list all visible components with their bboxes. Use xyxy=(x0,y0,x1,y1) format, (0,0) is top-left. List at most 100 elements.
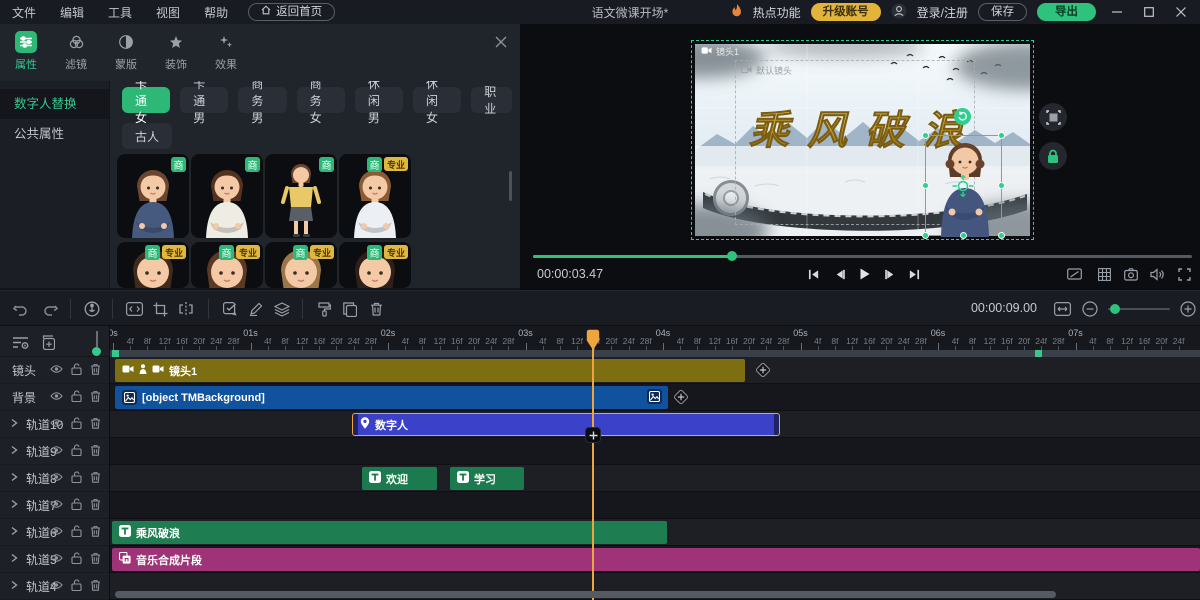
track-lane-轨道5[interactable]: 音乐合成片段 xyxy=(110,546,1200,573)
category-chip-商务女[interactable]: 商务女 xyxy=(297,87,345,113)
add-keyframe-button[interactable] xyxy=(672,388,690,406)
anchor-crosshair[interactable] xyxy=(952,175,974,200)
add-keyframe-button[interactable] xyxy=(754,361,772,379)
content-end-marker[interactable] xyxy=(1035,350,1042,357)
track-header-轨道10[interactable]: 轨道10 xyxy=(0,411,109,438)
track-lock-icon[interactable] xyxy=(71,363,82,378)
skip-to-start-button[interactable] xyxy=(804,266,822,282)
track-delete-icon[interactable] xyxy=(90,552,101,567)
previous-frame-button[interactable] xyxy=(830,266,848,282)
close-window-button[interactable] xyxy=(1170,4,1192,20)
avatar-card[interactable]: 商专业 xyxy=(339,242,411,288)
login-register-link[interactable]: 登录/注册 xyxy=(917,4,968,21)
track-visibility-icon[interactable] xyxy=(50,363,63,377)
track-header-轨道6[interactable]: 轨道6 xyxy=(0,519,109,546)
menu-item-2[interactable]: 工具 xyxy=(96,4,144,21)
clip-[object TMBackground][interactable]: [object TMBackground] xyxy=(115,386,668,409)
track-visibility-icon[interactable] xyxy=(50,417,63,431)
category-chip-休闲男[interactable]: 休闲男 xyxy=(355,87,403,113)
progress-handle[interactable] xyxy=(727,251,737,261)
lock-button[interactable] xyxy=(1039,142,1067,170)
track-delete-icon[interactable] xyxy=(90,363,101,378)
track-lane-轨道7[interactable] xyxy=(110,492,1200,519)
track-lane-轨道9[interactable] xyxy=(110,438,1200,465)
playhead-handle[interactable] xyxy=(586,329,600,354)
avatar-card[interactable]: 商专业 xyxy=(265,242,337,288)
fullscreen-icon[interactable] xyxy=(1175,266,1193,282)
clip-镜头1[interactable]: 镜头1 xyxy=(115,359,745,382)
next-frame-button[interactable] xyxy=(881,266,899,282)
tab-属性[interactable]: 属性 xyxy=(6,29,46,72)
tab-装饰[interactable]: 装饰 xyxy=(156,29,196,72)
timeline-ruler[interactable]: 0s4f8f12f16f20f24f28f01s4f8f12f16f20f24f… xyxy=(110,326,1200,350)
expand-chevron-icon[interactable] xyxy=(10,498,22,512)
zoom-slider-handle[interactable] xyxy=(1110,304,1120,314)
track-lane-轨道8[interactable]: 欢迎学习 xyxy=(110,465,1200,492)
delete-icon[interactable] xyxy=(366,300,386,318)
track-lock-icon[interactable] xyxy=(71,471,82,486)
track-lock-icon[interactable] xyxy=(71,390,82,405)
add-track-icon[interactable] xyxy=(40,335,55,353)
avatar-card[interactable]: 商 xyxy=(265,154,337,238)
resize-handle-se[interactable] xyxy=(998,232,1005,239)
content-start-marker[interactable] xyxy=(112,350,119,357)
clip-学习[interactable]: 学习 xyxy=(450,467,524,490)
track-delete-icon[interactable] xyxy=(90,390,101,405)
playhead-line[interactable] xyxy=(592,348,594,600)
copy-icon[interactable] xyxy=(340,300,360,318)
expand-chevron-icon[interactable] xyxy=(10,471,22,485)
resize-handle-w[interactable] xyxy=(922,182,929,189)
format-brush-icon[interactable] xyxy=(314,300,334,318)
track-delete-icon[interactable] xyxy=(90,471,101,486)
expand-chevron-icon[interactable] xyxy=(10,579,22,593)
layers-icon[interactable] xyxy=(272,300,292,318)
track-visibility-icon[interactable] xyxy=(50,579,63,593)
category-chip-古人[interactable]: 古人 xyxy=(122,123,172,149)
pen-edit-icon[interactable] xyxy=(246,300,266,318)
track-lane-轨道10[interactable]: 数字人 xyxy=(110,411,1200,438)
category-chip-休闲女[interactable]: 休闲女 xyxy=(413,87,461,113)
redo-button[interactable] xyxy=(40,300,60,318)
track-header-轨道7[interactable]: 轨道7 xyxy=(0,492,109,519)
timeline-overview-bar[interactable] xyxy=(110,350,1200,357)
category-chip-卡通男[interactable]: 卡通男 xyxy=(180,87,228,113)
save-button[interactable]: 保存 xyxy=(978,3,1027,21)
track-visibility-icon[interactable] xyxy=(50,471,63,485)
avatar-card[interactable]: 商 xyxy=(117,154,189,238)
resize-handle-e[interactable] xyxy=(998,182,1005,189)
clip-trim-handle-right[interactable] xyxy=(774,414,779,435)
menu-item-3[interactable]: 视图 xyxy=(144,4,192,21)
sidebar-item-数字人替换[interactable]: 数字人替换 xyxy=(0,89,109,119)
split-clip-icon[interactable] xyxy=(176,300,196,318)
track-lane-背景[interactable]: [object TMBackground] xyxy=(110,384,1200,411)
crop-icon[interactable] xyxy=(150,300,170,318)
clip-乘风破浪[interactable]: 乘风破浪 xyxy=(112,521,667,544)
avatar-card[interactable]: 商专业 xyxy=(191,242,263,288)
volume-icon[interactable] xyxy=(1148,266,1166,282)
resize-handle-s[interactable] xyxy=(960,232,967,239)
menu-item-1[interactable]: 编辑 xyxy=(48,4,96,21)
track-delete-icon[interactable] xyxy=(90,498,101,513)
track-visibility-icon[interactable] xyxy=(50,444,63,458)
anchor-tool-icon[interactable] xyxy=(82,300,102,318)
avatar-card[interactable]: 商 xyxy=(191,154,263,238)
close-panel-icon[interactable] xyxy=(495,36,507,51)
skip-to-end-button[interactable] xyxy=(905,266,923,282)
track-header-背景[interactable]: 背景 xyxy=(0,384,109,411)
tab-效果[interactable]: 效果 xyxy=(206,29,246,72)
marker-dot[interactable] xyxy=(92,347,101,356)
expand-chevron-icon[interactable] xyxy=(10,552,22,566)
avatar-card[interactable]: 商专业 xyxy=(339,154,411,238)
clip-trim-handle-left[interactable] xyxy=(353,414,358,435)
expand-chevron-icon[interactable] xyxy=(10,417,22,431)
tab-滤镜[interactable]: 滤镜 xyxy=(56,29,96,72)
track-manager-icon[interactable] xyxy=(12,336,29,352)
expand-chevron-icon[interactable] xyxy=(10,525,22,539)
track-header-镜头[interactable]: 镜头 xyxy=(0,357,109,384)
minimize-button[interactable] xyxy=(1106,4,1128,20)
expand-chevron-icon[interactable] xyxy=(10,444,22,458)
avatar-card[interactable]: 商专业 xyxy=(117,242,189,288)
resize-handle-nw[interactable] xyxy=(922,132,929,139)
export-button[interactable]: 导出 xyxy=(1037,3,1096,21)
track-lock-icon[interactable] xyxy=(71,444,82,459)
